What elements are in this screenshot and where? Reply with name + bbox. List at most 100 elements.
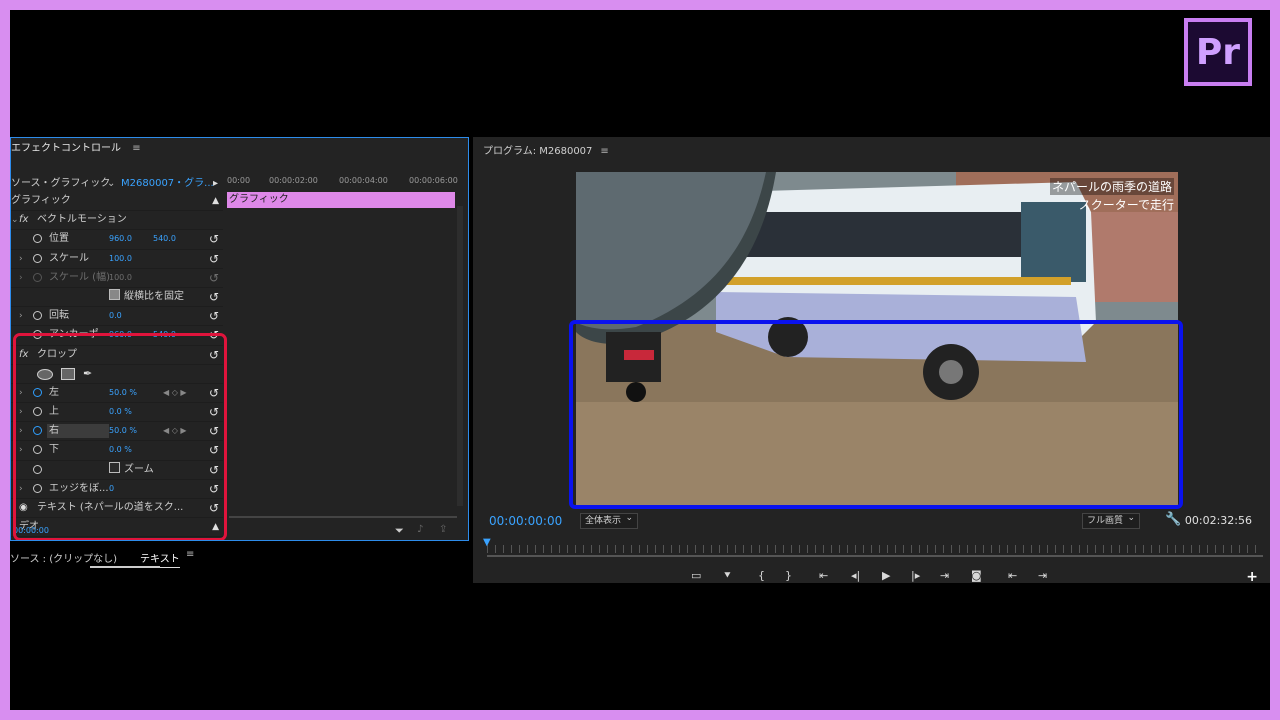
play-triangle-icon[interactable]: ▸ [213,176,218,192]
export-icon[interactable]: ⇪ [439,524,447,535]
rectangle-mask-icon[interactable] [61,367,75,380]
stopwatch-icon[interactable] [33,464,42,474]
reset-icon[interactable]: ↺ [209,499,219,517]
ellipse-mask-icon[interactable] [37,368,53,380]
zoom-scrollbar[interactable] [229,516,457,518]
twirl-icon[interactable]: › [19,250,23,268]
stopwatch-icon[interactable] [33,234,42,244]
crop-left-row[interactable]: › 左 50.0 % ◀ ◇ ▶ ↺ [11,384,223,404]
edge-value[interactable]: 0 [109,480,114,498]
crop-bottom-value[interactable]: 0.0 % [109,441,132,459]
crop-top-value[interactable]: 0.0 % [109,403,132,421]
graphic-clip-bar[interactable]: グラフィック [227,192,455,208]
panel-menu-icon[interactable]: ≡ [132,143,140,154]
crop-left-value[interactable]: 50.0 % [109,384,137,402]
tab-program[interactable]: プログラム: M2680007 ≡ [483,142,609,157]
stopwatch-icon[interactable] [33,253,42,263]
go-to-in-icon[interactable]: ⇤ [819,569,828,582]
keyframe-nav-icon[interactable]: ◀ ◇ ▶ [163,422,187,440]
playback-quality-select[interactable]: フル画質 [1082,511,1141,529]
eye-icon[interactable]: ◉ [19,499,28,517]
position-row[interactable]: 位置 960.0 540.0 ↺ [11,230,223,250]
playhead-icon[interactable]: ▼ [483,537,491,548]
stopwatch-icon[interactable] [33,311,42,321]
position-y-value[interactable]: 540.0 [153,230,176,248]
fx-icon[interactable]: fx [19,346,28,364]
scale-row[interactable]: › スケール 100.0 ↺ [11,250,223,269]
pen-tool-icon[interactable]: ✒ [83,365,92,383]
extract-icon[interactable]: ⇥ [1038,569,1047,582]
step-back-icon[interactable]: ◂| [851,569,860,582]
crop-right-value[interactable]: 50.0 % [109,422,137,440]
add-marker-icon[interactable]: ⯆ [723,569,732,583]
button-editor-plus-icon[interactable]: + [1246,569,1258,583]
stopwatch-icon[interactable] [33,445,42,455]
current-timecode[interactable]: 00:00:00:00 [489,514,562,528]
step-forward-icon[interactable]: |▸ [911,569,920,582]
filter-icon[interactable]: ⏷ [395,524,404,538]
stopwatch-icon[interactable] [33,426,42,436]
mark-in-icon[interactable]: { [758,569,765,582]
uniform-scale-checkbox[interactable]: 縦横比を固定 [109,288,184,306]
chevron-down-icon[interactable]: ⌄ [107,176,115,192]
stopwatch-icon[interactable] [33,387,42,397]
vector-motion-row[interactable]: ⌄ fx ベクトルモーション [11,211,223,231]
tab-source[interactable]: ソース : (クリップなし) [10,550,117,565]
reset-icon[interactable]: ↺ [209,346,219,364]
zoom-row[interactable]: ズーム ↺ [11,461,223,480]
collapse-up-icon[interactable]: ▲ [212,518,219,536]
crop-right-row[interactable]: › 右 50.0 % ◀ ◇ ▶ ↺ [11,422,223,442]
stopwatch-icon[interactable] [33,483,42,493]
crop-row[interactable]: fx クロップ ↺ [11,346,223,365]
clip-selector[interactable]: M2680007・グラ... [121,176,214,192]
timeline-ruler[interactable]: 00:00 00:00:02:00 00:00:04:00 00:00:06:0… [225,172,468,190]
reset-icon[interactable]: ↺ [209,403,219,421]
reset-icon[interactable]: ↺ [209,307,219,325]
time-ruler[interactable] [487,545,1263,553]
tab-effect-controls[interactable]: エフェクトコントロール ≡ [11,140,141,158]
stopwatch-icon[interactable] [33,407,42,417]
ec-timecode[interactable]: 00:00:00 [13,526,49,535]
vertical-scrollbar[interactable] [457,206,463,506]
anchor-row[interactable]: アンカーポ 960.0 540.0 ↺ [11,326,223,346]
twirl-icon[interactable]: › [19,441,23,459]
panel-menu-icon[interactable]: ≡ [600,146,608,157]
reset-icon[interactable]: ↺ [209,384,219,402]
panel-menu-icon[interactable]: ≡ [186,549,194,560]
uniform-scale-row[interactable]: 縦横比を固定 ↺ [11,288,223,308]
reset-icon[interactable]: ↺ [209,461,219,479]
reset-icon[interactable]: ↺ [209,326,219,344]
twirl-icon[interactable]: › [19,480,23,498]
play-icon[interactable]: ▶ [882,569,890,582]
reset-icon[interactable]: ↺ [209,250,219,268]
collapse-up-icon[interactable]: ▲ [212,192,219,210]
anchor-y-value[interactable]: 540.0 [153,326,176,344]
mark-out-icon[interactable]: } [785,569,792,582]
reset-icon[interactable]: ↺ [209,288,219,306]
rotation-row[interactable]: › 回転 0.0 ↺ [11,307,223,327]
crop-bottom-row[interactable]: › 下 0.0 % ↺ [11,441,223,461]
twirl-icon[interactable]: ⌄ [11,211,19,229]
twirl-icon[interactable]: › [19,384,23,402]
export-frame-icon[interactable]: ◙ [971,569,982,582]
fx-icon[interactable]: fx [19,211,28,229]
twirl-icon[interactable]: › [19,403,23,421]
edge-feather-row[interactable]: › エッジをぼ... 0 ↺ [11,480,223,499]
twirl-icon[interactable]: › [19,307,23,325]
audio-icon[interactable]: ♪ [417,524,423,535]
scale-value[interactable]: 100.0 [109,250,132,268]
lift-icon[interactable]: ⇤ [1008,569,1017,582]
safe-margins-icon[interactable]: ▭ [691,569,701,582]
crop-top-row[interactable]: › 上 0.0 % ↺ [11,403,223,423]
stopwatch-icon[interactable] [33,330,42,340]
rotation-value[interactable]: 0.0 [109,307,122,325]
section-graphic[interactable]: グラフィック ▲ [11,192,223,212]
checkbox-icon[interactable] [109,461,120,473]
zoom-level-select[interactable]: 全体表示 [580,511,639,529]
wrench-icon[interactable]: 🔧 [1165,512,1181,527]
anchor-x-value[interactable]: 960.0 [109,326,132,344]
keyframe-nav-icon[interactable]: ◀ ◇ ▶ [163,384,187,402]
reset-icon[interactable]: ↺ [209,441,219,459]
twirl-icon[interactable]: › [19,422,23,440]
reset-icon[interactable]: ↺ [209,480,219,498]
